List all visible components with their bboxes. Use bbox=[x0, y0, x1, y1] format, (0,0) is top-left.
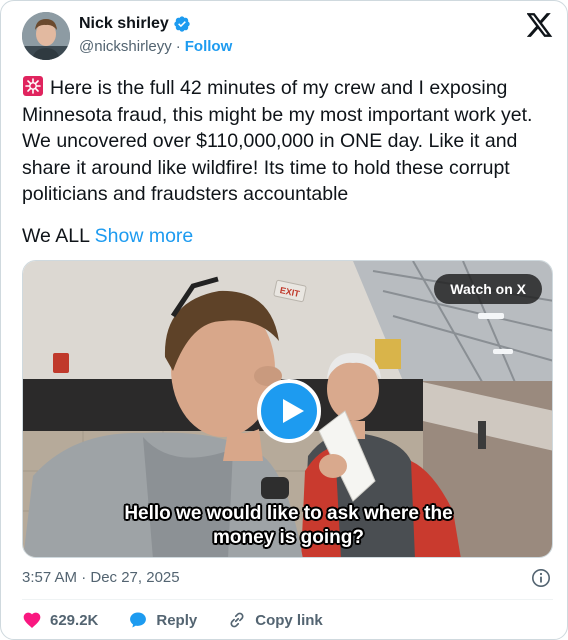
siren-icon bbox=[23, 76, 43, 96]
link-icon bbox=[230, 612, 244, 628]
like-count: 629.2K bbox=[50, 611, 99, 629]
tweet-timestamp[interactable]: 3:57 AM · Dec 27, 2025 bbox=[22, 569, 180, 586]
info-icon[interactable] bbox=[531, 568, 551, 588]
tweet-truncated-text: We ALL bbox=[22, 225, 90, 247]
author-name-row: Nick shirley bbox=[79, 15, 191, 33]
like-button[interactable]: 629.2K bbox=[22, 610, 98, 630]
avatar-photo bbox=[22, 12, 70, 60]
video-caption-line2: money is going? bbox=[213, 527, 364, 548]
divider bbox=[22, 599, 553, 600]
video-player[interactable]: EXIT Watch on X Hello we would like to a… bbox=[22, 260, 553, 558]
copy-link-label: Copy link bbox=[255, 611, 323, 629]
avatar[interactable] bbox=[22, 12, 70, 60]
heart-icon bbox=[23, 612, 41, 628]
action-bar: 629.2K Reply Copy link bbox=[22, 610, 353, 630]
tweet-card: Nick shirley @nickshirleyy · Follow Here… bbox=[0, 0, 568, 640]
show-more-link[interactable]: Show more bbox=[95, 225, 194, 247]
tweet-text: Here is the full 42 minutes of my crew a… bbox=[22, 75, 550, 208]
follow-button[interactable]: Follow bbox=[185, 38, 233, 55]
play-button[interactable] bbox=[257, 379, 321, 443]
reply-icon bbox=[130, 612, 147, 628]
reply-button[interactable]: Reply bbox=[128, 610, 197, 630]
video-caption-line1: Hello we would like to ask where the bbox=[124, 503, 453, 524]
tweet-truncated-line: We ALL Show more bbox=[22, 223, 193, 249]
tweet-body: Here is the full 42 minutes of my crew a… bbox=[22, 77, 533, 205]
play-icon bbox=[283, 399, 304, 423]
verified-badge-icon bbox=[174, 16, 190, 32]
reply-label: Reply bbox=[156, 611, 198, 629]
author-name[interactable]: Nick shirley bbox=[79, 15, 169, 33]
x-logo-icon[interactable] bbox=[527, 13, 553, 37]
copy-link-button[interactable]: Copy link bbox=[227, 610, 323, 630]
author-handle[interactable]: @nickshirleyy bbox=[79, 38, 172, 55]
author-handle-row: @nickshirleyy · Follow bbox=[79, 38, 232, 55]
separator-dot: · bbox=[175, 38, 181, 55]
watch-on-x-button[interactable]: Watch on X bbox=[434, 274, 542, 304]
